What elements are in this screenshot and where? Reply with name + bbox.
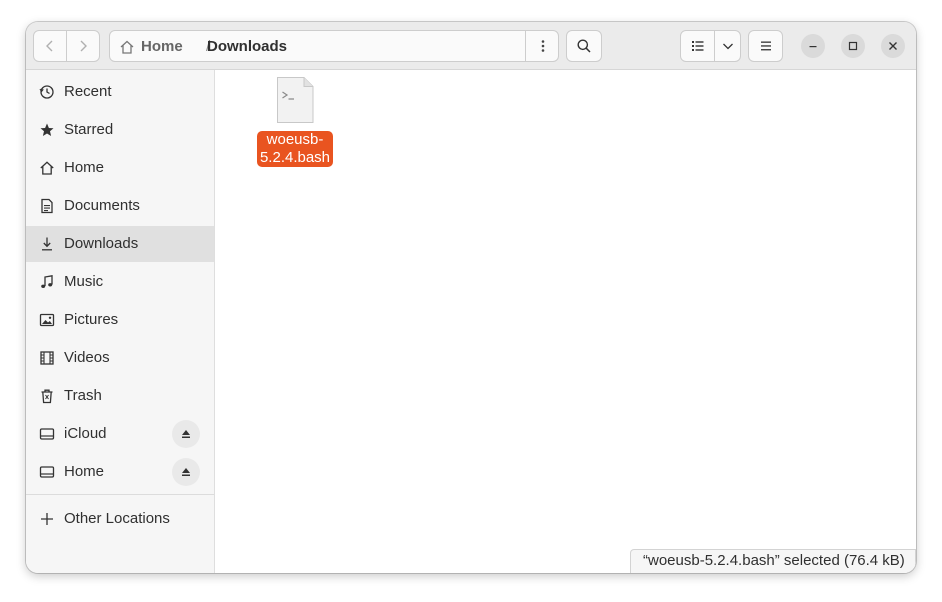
document-icon xyxy=(41,198,53,214)
header-bar: Home / Downloads xyxy=(26,22,916,70)
sidebar-item-label: Other Locations xyxy=(64,510,170,527)
file-view[interactable]: woeusb- 5.2.4.bash xyxy=(215,70,916,573)
sidebar-item-label: iCloud xyxy=(64,425,107,442)
sidebar-item-label: Downloads xyxy=(64,235,139,252)
chevron-left-icon xyxy=(46,40,53,52)
home-icon xyxy=(120,40,134,54)
search-icon xyxy=(577,39,591,53)
eject-icon xyxy=(182,430,190,438)
close-button[interactable] xyxy=(881,34,905,58)
sidebar-item-videos[interactable]: Videos xyxy=(26,340,214,376)
sidebar-item-label: Home xyxy=(64,159,105,176)
sidebar-item-label: Starred xyxy=(64,121,114,138)
sidebar-item-label: Recent xyxy=(64,83,112,100)
sidebar-item-home[interactable]: Home xyxy=(26,150,214,186)
file-name-label: woeusb- 5.2.4.bash xyxy=(257,131,333,167)
search-button[interactable] xyxy=(566,30,602,62)
chevron-right-icon xyxy=(80,40,87,52)
close-icon xyxy=(889,42,897,50)
eject-button[interactable] xyxy=(172,420,200,448)
sidebar-item-pictures[interactable]: Pictures xyxy=(26,302,214,338)
path-menu-button[interactable] xyxy=(525,30,559,62)
sidebar-item-icloud[interactable]: iCloud xyxy=(26,416,214,452)
sidebar-item-label: Pictures xyxy=(64,311,119,328)
sidebar-separator xyxy=(26,494,214,495)
sidebar-item-label: Videos xyxy=(64,349,110,366)
plus-icon xyxy=(41,513,53,525)
hamburger-menu-icon xyxy=(760,41,771,51)
star-icon xyxy=(40,123,54,136)
back-button[interactable] xyxy=(33,30,67,62)
file-manager-window: Home / Downloads Recent Starred Home Doc… xyxy=(26,22,916,573)
download-icon xyxy=(42,237,52,251)
path-bar: Home / Downloads xyxy=(109,30,559,62)
sidebar-item-other-locations[interactable]: Other Locations xyxy=(26,501,214,537)
eject-icon xyxy=(182,468,190,476)
file-name-line: woeusb- xyxy=(266,131,324,148)
sidebar-item-documents[interactable]: Documents xyxy=(26,188,214,224)
breadcrumb-home[interactable]: Home xyxy=(141,38,183,55)
forward-button[interactable] xyxy=(66,30,100,62)
file-name-line: 5.2.4.bash xyxy=(259,149,331,166)
maximize-button[interactable] xyxy=(841,34,865,58)
view-list-button[interactable] xyxy=(680,30,715,62)
minimize-icon xyxy=(809,46,817,48)
maximize-icon xyxy=(848,41,858,51)
navigation-buttons xyxy=(33,30,100,62)
film-icon xyxy=(40,351,54,365)
eject-button[interactable] xyxy=(172,458,200,486)
sidebar-item-home-drive[interactable]: Home xyxy=(26,454,214,490)
sidebar-item-recent[interactable]: Recent xyxy=(26,74,214,110)
terminal-script-icon xyxy=(277,77,314,123)
sidebar-item-starred[interactable]: Starred xyxy=(26,112,214,148)
sidebar-item-label: Trash xyxy=(64,387,102,404)
breadcrumb-downloads[interactable]: Downloads xyxy=(207,38,287,55)
sidebar-item-label: Documents xyxy=(64,197,140,214)
home-icon xyxy=(40,161,54,175)
sidebar-item-downloads[interactable]: Downloads xyxy=(26,226,214,262)
drive-icon xyxy=(39,466,55,478)
sidebar-item-label: Home xyxy=(64,463,105,480)
drive-icon xyxy=(39,428,55,440)
sidebar: Recent Starred Home Documents Downloads … xyxy=(26,70,215,573)
list-view-icon xyxy=(691,41,703,51)
vertical-dots-icon xyxy=(541,40,544,52)
status-bar: “woeusb-5.2.4.bash” selected (76.4 kB) xyxy=(630,549,916,573)
sidebar-item-label: Music xyxy=(64,273,104,290)
minimize-button[interactable] xyxy=(801,34,825,58)
music-note-icon xyxy=(41,275,53,288)
sidebar-item-trash[interactable]: Trash xyxy=(26,378,214,414)
chevron-down-icon xyxy=(722,43,733,50)
trash-icon xyxy=(41,389,53,404)
image-icon xyxy=(39,313,55,327)
clock-icon xyxy=(39,85,54,99)
sidebar-item-music[interactable]: Music xyxy=(26,264,214,300)
view-options-dropdown[interactable] xyxy=(714,30,741,62)
main-menu-button[interactable] xyxy=(748,30,783,62)
